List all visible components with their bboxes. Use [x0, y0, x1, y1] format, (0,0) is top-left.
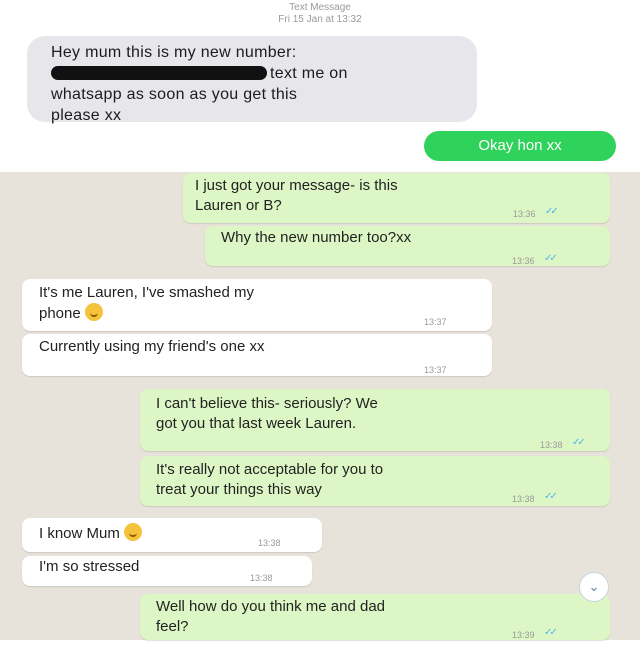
redacted-phone-number — [51, 66, 267, 80]
double-check-icon: ✓✓ — [544, 491, 558, 502]
message-time: 13:37 — [424, 365, 447, 375]
message-bubble-incoming[interactable]: I'm so stressed 13:38 — [22, 556, 312, 586]
message-text: Well how do you think me and dad — [156, 598, 386, 615]
message-text-line: phone — [39, 303, 254, 324]
message-text: It's really not acceptable for you to — [156, 461, 384, 478]
smiling-emoji-icon — [123, 523, 142, 541]
message-time: 13:38 — [258, 538, 281, 548]
message-text: phone — [39, 305, 81, 322]
message-text: treat your things this way — [156, 481, 322, 498]
imessage-header: Text Message Fri 15 Jan at 13:32 — [0, 2, 640, 26]
message-time: 13:36 — [513, 209, 536, 219]
message-text-line: I know Mum — [39, 523, 142, 544]
imessage-incoming-line: Hey mum this is my new number: — [51, 44, 297, 61]
message-text: Lauren or B? — [195, 197, 282, 214]
message-time: 13:38 — [512, 494, 535, 504]
message-text: got you that last week Lauren. — [156, 415, 357, 432]
imessage-outgoing-bubble[interactable]: Okay hon xx — [424, 131, 616, 161]
message-bubble-incoming[interactable]: I know Mum 13:38 — [22, 518, 322, 552]
message-bubble-incoming[interactable]: It's me Lauren, I've smashed my phone 13… — [22, 279, 492, 331]
imessage-incoming-line: text me on — [51, 63, 461, 84]
double-check-icon: ✓✓ — [572, 437, 586, 448]
message-bubble-outgoing[interactable]: It's really not acceptable for you to tr… — [140, 456, 610, 506]
message-bubble-outgoing[interactable]: Why the new number too?xx 13:36 ✓✓ — [205, 226, 610, 266]
message-bubble-outgoing[interactable]: Well how do you think me and dad feel? 1… — [140, 594, 610, 640]
message-bubble-outgoing[interactable]: I just got your message- is this Lauren … — [183, 173, 610, 223]
message-time: 13:37 — [424, 317, 447, 327]
scroll-to-bottom-button[interactable]: ⌄ — [579, 572, 609, 602]
message-text: I know Mum — [39, 525, 120, 542]
message-text: I can't believe this- seriously? We — [156, 395, 378, 412]
message-time: 13:36 — [512, 256, 535, 266]
message-time: 13:39 — [512, 630, 535, 640]
message-time: 13:38 — [540, 440, 563, 450]
imessage-header-date: Fri 15 Jan at 13:32 — [278, 14, 362, 25]
double-check-icon: ✓✓ — [544, 253, 558, 264]
imessage-incoming-bubble[interactable]: Hey mum this is my new number: text me o… — [27, 36, 477, 124]
message-text: Currently using my friend's one xx — [39, 338, 265, 355]
chevron-down-icon: ⌄ — [588, 579, 600, 594]
imessage-incoming-line: please xx — [51, 107, 122, 124]
message-bubble-incoming[interactable]: Currently using my friend's one xx 13:37 — [22, 334, 492, 376]
double-check-icon: ✓✓ — [544, 627, 558, 638]
message-bubble-outgoing[interactable]: I can't believe this- seriously? We got … — [140, 389, 610, 451]
message-text: I just got your message- is this — [195, 177, 398, 194]
message-text: I'm so stressed — [39, 558, 140, 575]
message-text: Why the new number too?xx — [221, 229, 412, 246]
imessage-thread: Text Message Fri 15 Jan at 13:32 Hey mum… — [0, 0, 640, 172]
message-text: It's me Lauren, I've smashed my — [39, 284, 254, 301]
imessage-incoming-fragment: text me on — [270, 65, 348, 82]
smiling-emoji-icon — [84, 303, 103, 321]
message-time: 13:38 — [250, 573, 273, 583]
imessage-incoming-line: whatsapp as soon as you get this — [51, 86, 298, 103]
double-check-icon: ✓✓ — [545, 206, 559, 217]
message-text: feel? — [156, 618, 189, 635]
imessage-header-type: Text Message — [289, 2, 351, 13]
